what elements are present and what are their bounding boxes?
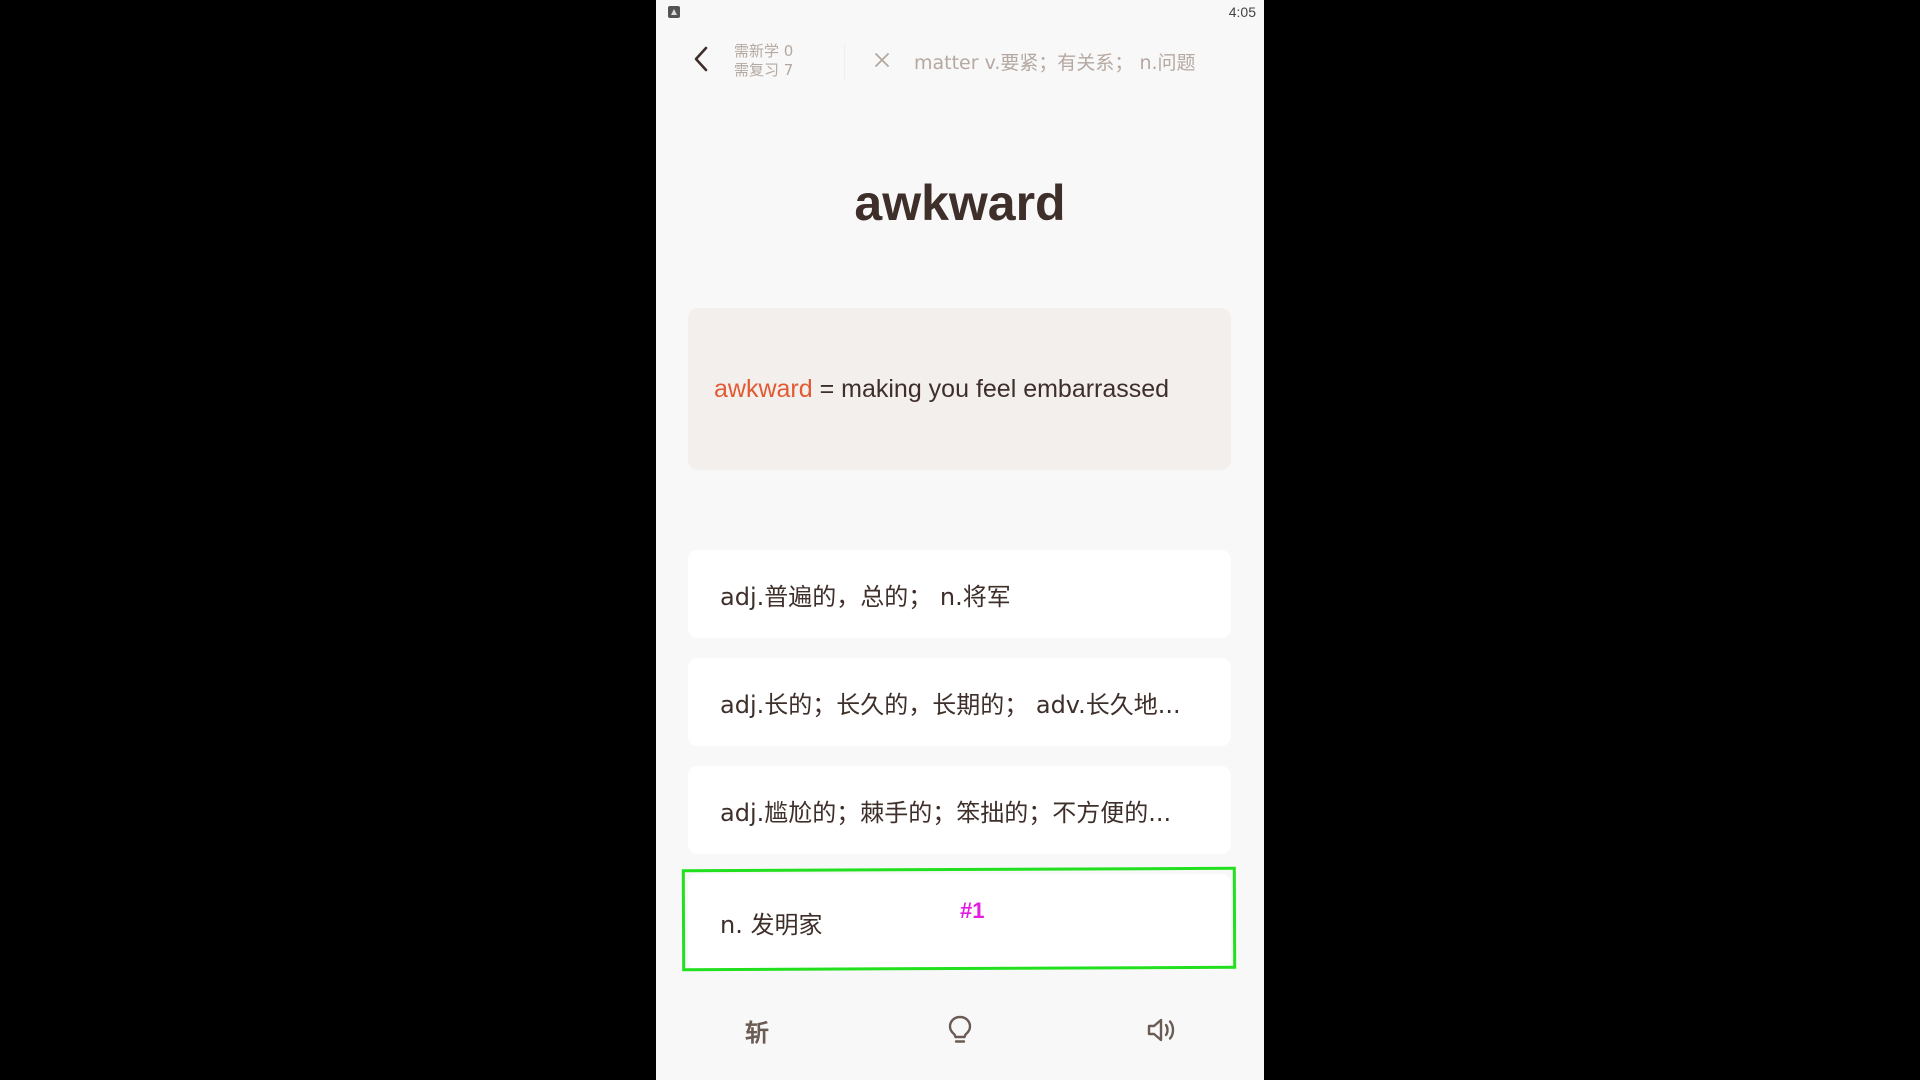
- phone-screen: 4:05 需新学 0 需复习 7 matter v.要紧；有关系； n.问题 a…: [656, 0, 1264, 1080]
- status-time: 4:05: [1228, 4, 1256, 20]
- close-previous-button[interactable]: [868, 46, 896, 74]
- example-card: awkward = making you feel embarrassed: [688, 308, 1231, 470]
- option-label: adj.尴尬的；棘手的；笨拙的；不方便的...: [720, 798, 1172, 827]
- word-title: awkward: [854, 175, 1066, 231]
- hint-button[interactable]: [938, 1008, 982, 1052]
- status-bar: 4:05: [656, 0, 1264, 26]
- close-icon: [875, 53, 889, 67]
- progress-counts: 需新学 0 需复习 7: [734, 42, 793, 80]
- option-1[interactable]: adj.普遍的，总的； n.将军: [688, 550, 1231, 638]
- speaker-icon: [1147, 1018, 1175, 1042]
- review-count: 需复习 7: [734, 61, 794, 79]
- new-count: 需新学 0: [734, 42, 794, 60]
- example-definition: = making you feel embarrassed: [812, 374, 1170, 403]
- header-divider: [844, 44, 845, 80]
- bottom-bar: 斩: [656, 1000, 1264, 1056]
- option-3[interactable]: adj.尴尬的；棘手的；笨拙的；不方便的...: [688, 766, 1231, 854]
- top-bar: 需新学 0 需复习 7 matter v.要紧；有关系； n.问题: [656, 26, 1264, 94]
- back-button[interactable]: [686, 44, 716, 74]
- option-label: adj.长的；长久的，长期的； adv.长久地...: [720, 690, 1181, 719]
- example-highlight-word: awkward: [714, 374, 813, 403]
- slash-button[interactable]: 斩: [735, 1008, 779, 1052]
- option-label: n. 发明家: [720, 910, 823, 939]
- back-arrow-icon: [694, 46, 708, 72]
- sound-button[interactable]: [1140, 1008, 1184, 1052]
- previous-word[interactable]: matter v.要紧；有关系； n.问题: [914, 48, 1196, 75]
- option-2[interactable]: adj.长的；长久的，长期的； adv.长久地...: [688, 658, 1231, 746]
- annotation-tag: #1: [960, 898, 985, 923]
- lightbulb-icon: [948, 1015, 972, 1043]
- notification-icon: [668, 6, 680, 18]
- option-label: adj.普遍的，总的； n.将军: [720, 582, 1011, 611]
